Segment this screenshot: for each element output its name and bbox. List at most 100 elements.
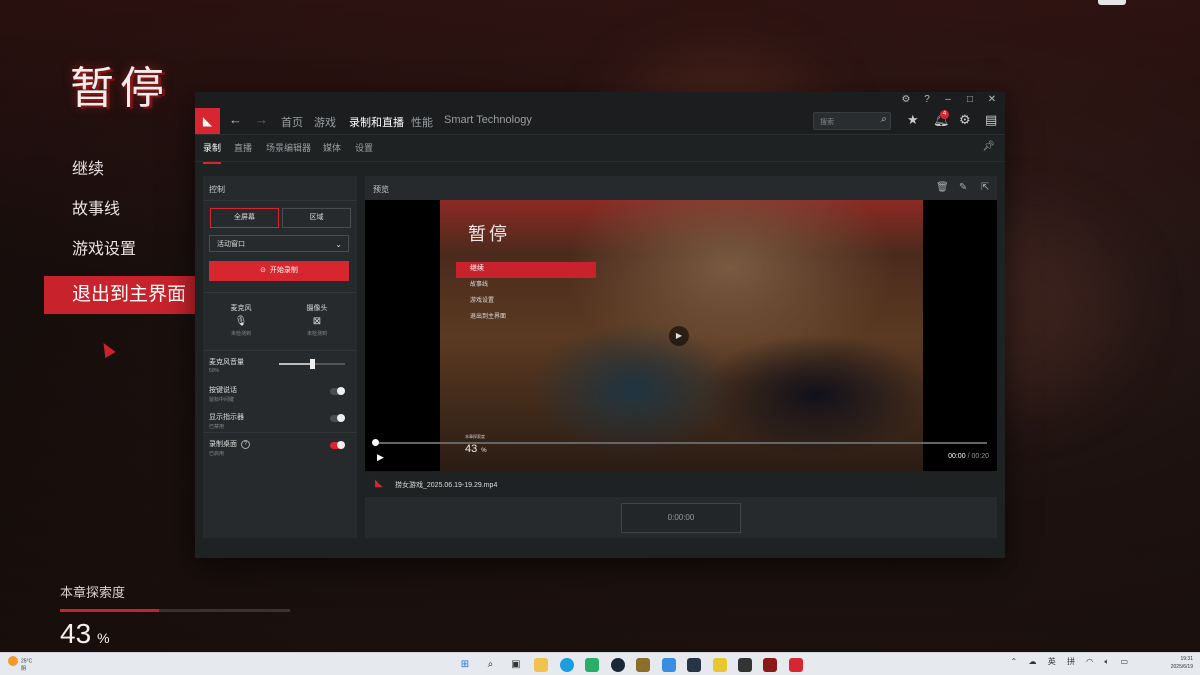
tab-scene-editor[interactable]: 场景编辑器	[266, 141, 311, 154]
bug-icon[interactable]: ⚙	[895, 92, 917, 108]
search-icon[interactable]: ⌕	[880, 114, 886, 125]
window-select[interactable]: 活动窗口 ⌄	[209, 235, 349, 252]
gear-icon[interactable]: ⚙	[959, 112, 971, 128]
frame-pause-title: 暂停	[468, 224, 510, 245]
ime-language[interactable]: 英	[1048, 657, 1056, 666]
exploration-bar-fill	[60, 609, 159, 612]
steam-icon[interactable]	[610, 657, 625, 672]
cloud-icon[interactable]: ☁	[1028, 657, 1036, 666]
close-icon[interactable]: ✕	[981, 92, 1003, 108]
menu-exit-main[interactable]: 退出到主界面	[44, 276, 214, 314]
slider-handle[interactable]	[310, 359, 315, 369]
play-icon[interactable]: ▶	[377, 452, 384, 463]
menu-game-settings[interactable]: 游戏设置	[44, 232, 214, 272]
file-explorer-icon[interactable]	[534, 657, 549, 672]
trash-icon[interactable]: 🗑︎	[936, 182, 949, 193]
nav-record-stream[interactable]: 录制和直播	[349, 114, 404, 137]
amd-logo-icon[interactable]: ◣	[195, 108, 220, 134]
mic-volume-slider[interactable]	[279, 359, 345, 369]
amd-software-window: ⚙ ? – □ ✕ ◣ ← → 首页 游戏 录制和直播 性能 Smart Tec…	[195, 92, 1005, 558]
star-icon[interactable]: ★	[907, 112, 919, 128]
record-desktop-toggle[interactable]	[330, 441, 345, 449]
search-input[interactable]: 搜索 ⌕	[813, 112, 891, 130]
search-placeholder: 搜索	[820, 119, 834, 126]
help-icon[interactable]: ?	[241, 439, 250, 449]
app-icon[interactable]	[763, 657, 778, 672]
weather-widget[interactable]: 25°C 阴	[8, 656, 32, 673]
video-player[interactable]: 暂停 继续 故事线 游戏设置 退出到主界面 本章探索度 43% ▶ ▶ 00:0…	[365, 200, 997, 471]
push-to-talk-toggle[interactable]	[330, 387, 345, 395]
edge-browser-icon[interactable]	[559, 657, 574, 672]
sub-nav: 录制 直播 场景编辑器 媒体 设置 📌︎	[195, 135, 1005, 164]
windows-start-icon[interactable]: ⊞	[458, 658, 472, 672]
show-indicator-toggle[interactable]	[330, 414, 345, 422]
maximize-icon[interactable]: □	[959, 92, 981, 108]
task-view-icon[interactable]: ▣	[509, 658, 523, 672]
preview-panel: 预览 🗑︎ ✎ ⇱ 暂停 继续 故事线 游戏设置 退出到主界面 本章探索度 43…	[365, 176, 997, 538]
edit-icon[interactable]: ✎	[959, 182, 967, 193]
app-icon[interactable]	[737, 657, 752, 672]
battery-icon[interactable]: ▭	[1120, 657, 1128, 666]
tab-media[interactable]: 媒体	[323, 141, 341, 154]
app-icon[interactable]	[687, 657, 702, 672]
mic-volume-label: 麦克风音量	[209, 359, 244, 366]
slider-fill	[279, 363, 312, 365]
tab-record[interactable]: 录制	[203, 141, 222, 164]
time-total: 00:20	[971, 453, 989, 460]
preview-title: 预览	[373, 185, 389, 194]
search-icon[interactable]: ⌕	[483, 658, 497, 672]
clock[interactable]: 19:31 2025/6/19	[1171, 655, 1193, 671]
mic-volume-value: 50%	[209, 368, 220, 374]
minimize-icon[interactable]: –	[937, 92, 959, 108]
back-arrow-icon[interactable]: ←	[229, 112, 242, 127]
start-record-button[interactable]: ⊙ 开始录制	[209, 261, 349, 281]
frame-exploration: 本章探索度 43%	[465, 434, 487, 455]
tab-stream[interactable]: 直播	[234, 141, 252, 154]
pause-menu: 继续 故事线 游戏设置 退出到主界面	[44, 152, 214, 314]
wifi-icon[interactable]: ◠	[1086, 657, 1093, 666]
region-button[interactable]: 区域	[282, 208, 351, 228]
nav-smart-technology[interactable]: Smart Technology	[444, 114, 532, 126]
video-time: 00:00 / 00:20	[948, 453, 989, 460]
frame-menu: 继续 故事线 游戏设置 退出到主界面	[456, 262, 596, 326]
volume-icon[interactable]: 🔈︎	[1104, 657, 1109, 666]
pin-icon[interactable]: 📌︎	[982, 141, 995, 152]
layout-icon[interactable]: ▤	[985, 112, 997, 128]
start-record-label: 开始录制	[269, 267, 298, 274]
divider	[203, 432, 357, 433]
progress-handle[interactable]	[372, 439, 379, 446]
frame-explore-value: 43	[465, 443, 478, 455]
show-indicator-status: 已禁用	[209, 424, 225, 430]
camera-status: 未检测到	[306, 331, 327, 337]
video-progress-bar[interactable]	[372, 439, 987, 446]
camera-device[interactable]: 摄像头 ⊠ 未检测到	[282, 303, 352, 337]
menu-continue[interactable]: 继续	[44, 152, 214, 192]
nav-performance[interactable]: 性能	[411, 114, 433, 130]
microphone-device[interactable]: 麦克风 🎙︎ 未检测到	[206, 303, 276, 337]
frame-explore-unit: %	[481, 448, 487, 454]
ime-mode[interactable]: 拼	[1067, 657, 1075, 666]
nav-home[interactable]: 首页	[281, 114, 303, 130]
fullscreen-button[interactable]: 全屏幕	[210, 208, 279, 228]
file-name[interactable]: 捞女游戏_2025.06.19-19.29.mp4	[395, 480, 497, 490]
tab-settings[interactable]: 设置	[355, 141, 373, 154]
exploration-value: 43%	[60, 618, 290, 650]
show-indicator-label: 显示指示器	[209, 414, 244, 421]
wechat-icon[interactable]	[585, 657, 600, 672]
system-pill	[1098, 0, 1126, 5]
menu-storyline[interactable]: 故事线	[44, 192, 214, 232]
app-icon[interactable]	[712, 657, 727, 672]
nav-games[interactable]: 游戏	[314, 114, 336, 130]
share-icon[interactable]: ⇱	[981, 182, 989, 193]
main-nav: ◣ ← → 首页 游戏 录制和直播 性能 Smart Technology 搜索…	[195, 108, 1005, 137]
help-icon[interactable]: ?	[916, 92, 938, 108]
app-icon[interactable]	[636, 657, 651, 672]
notification-badge: 4	[940, 110, 949, 119]
amd-app-icon[interactable]	[788, 657, 803, 672]
forward-arrow-icon[interactable]: →	[255, 112, 268, 127]
frame-explore-label: 本章探索度	[465, 434, 485, 439]
mic-label: 麦克风	[230, 305, 252, 312]
chevron-up-icon[interactable]: ⌃	[1011, 657, 1018, 666]
app-icon[interactable]	[661, 657, 676, 672]
center-play-icon[interactable]: ▶	[669, 326, 689, 346]
